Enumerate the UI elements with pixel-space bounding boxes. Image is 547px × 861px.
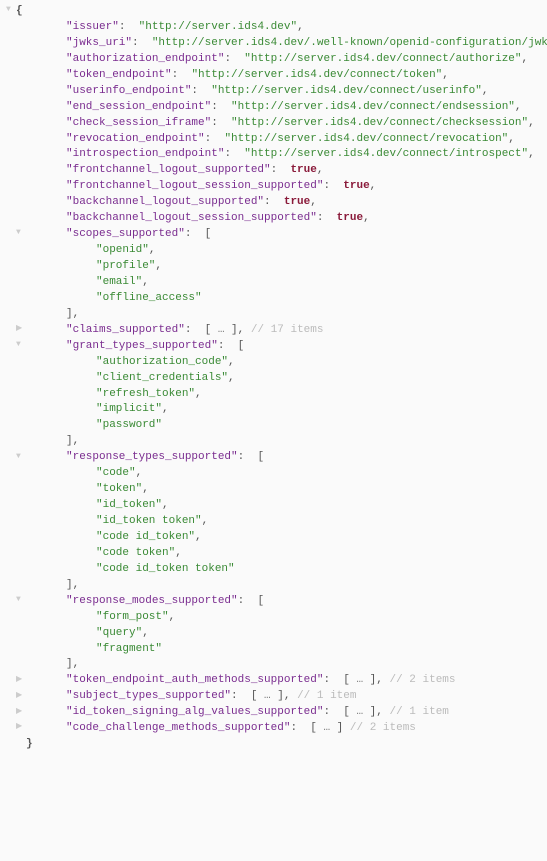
fold-gutter[interactable]: ▼: [16, 227, 26, 239]
json-key: "frontchannel_logout_session_supported": [66, 180, 323, 192]
json-bool: true: [343, 180, 369, 192]
json-string: "code": [96, 467, 136, 479]
json-string: "offline_access": [96, 292, 202, 304]
brace-close: }: [26, 738, 33, 750]
json-string: "http://server.ids4.dev/connect/introspe…: [244, 148, 528, 160]
json-string: "http://server.ids4.dev/connect/revocati…: [224, 133, 508, 145]
fold-gutter[interactable]: ▼: [16, 339, 26, 351]
json-string: "email": [96, 276, 142, 288]
json-bool: true: [337, 212, 363, 224]
item-count: // 2 items: [350, 722, 416, 734]
item-count: // 1 item: [297, 690, 356, 702]
json-string: "profile": [96, 260, 155, 272]
json-bool: true: [284, 196, 310, 208]
json-string: "openid": [96, 244, 149, 256]
json-key: "token_endpoint_auth_methods_supported": [66, 674, 323, 686]
json-key: "authorization_endpoint": [66, 53, 224, 65]
ellipsis-icon[interactable]: …: [218, 324, 225, 336]
json-string: "http://server.ids4.dev/connect/checkses…: [231, 117, 528, 129]
fold-gutter[interactable]: ▶: [16, 690, 26, 702]
json-key: "revocation_endpoint": [66, 133, 205, 145]
json-string: "id_token token": [96, 515, 202, 527]
json-string: "token": [96, 483, 142, 495]
json-string: "password": [96, 419, 162, 431]
fold-gutter[interactable]: ▶: [16, 721, 26, 733]
json-string: "authorization_code": [96, 356, 228, 368]
fold-gutter[interactable]: ▶: [16, 674, 26, 686]
brace-open: {: [16, 5, 23, 17]
json-key: "check_session_iframe": [66, 117, 211, 129]
json-key: "response_types_supported": [66, 451, 238, 463]
ellipsis-icon[interactable]: …: [356, 674, 363, 686]
ellipsis-icon[interactable]: …: [356, 706, 363, 718]
ellipsis-icon[interactable]: …: [264, 690, 271, 702]
json-key: "issuer": [66, 21, 119, 33]
json-key: "response_modes_supported": [66, 595, 238, 607]
json-string: "refresh_token": [96, 388, 195, 400]
json-string: "client_credentials": [96, 372, 228, 384]
json-string: "id_token": [96, 499, 162, 511]
json-string: "code id_token": [96, 531, 195, 543]
ellipsis-icon[interactable]: …: [323, 722, 330, 734]
json-key: "id_token_signing_alg_values_supported": [66, 706, 323, 718]
json-key: "backchannel_logout_session_supported": [66, 212, 317, 224]
json-key: "jwks_uri": [66, 37, 132, 49]
json-key: "scopes_supported": [66, 228, 185, 240]
item-count: // 17 items: [251, 324, 324, 336]
fold-gutter[interactable]: ▼: [6, 4, 16, 16]
json-key: "claims_supported": [66, 324, 185, 336]
fold-gutter[interactable]: ▶: [16, 323, 26, 335]
json-key: "grant_types_supported": [66, 340, 218, 352]
json-string: "http://server.ids4.dev/.well-known/open…: [152, 37, 547, 49]
json-key: "frontchannel_logout_supported": [66, 164, 271, 176]
json-string: "http://server.ids4.dev/connect/userinfo…: [211, 85, 482, 97]
json-string: "http://server.ids4.dev/connect/authoriz…: [244, 53, 521, 65]
json-string: "form_post": [96, 611, 169, 623]
json-string: "http://server.ids4.dev/connect/endsessi…: [231, 101, 515, 113]
json-key: "code_challenge_methods_supported": [66, 722, 290, 734]
json-key: "userinfo_endpoint": [66, 85, 191, 97]
json-key: "token_endpoint": [66, 69, 172, 81]
fold-gutter[interactable]: ▶: [16, 706, 26, 718]
json-string: "implicit": [96, 403, 162, 415]
json-string: "code token": [96, 547, 175, 559]
json-key: "subject_types_supported": [66, 690, 231, 702]
json-string: "http://server.ids4.dev": [139, 21, 297, 33]
json-string: "fragment": [96, 643, 162, 655]
json-key: "backchannel_logout_supported": [66, 196, 264, 208]
item-count: // 1 item: [389, 706, 448, 718]
json-key: "end_session_endpoint": [66, 101, 211, 113]
item-count: // 2 items: [389, 674, 455, 686]
json-string: "http://server.ids4.dev/connect/token": [191, 69, 442, 81]
fold-gutter[interactable]: ▼: [16, 451, 26, 463]
json-string: "code id_token token": [96, 563, 235, 575]
json-bool: true: [290, 164, 316, 176]
json-string: "query": [96, 627, 142, 639]
fold-gutter[interactable]: ▼: [16, 594, 26, 606]
json-key: "introspection_endpoint": [66, 148, 224, 160]
